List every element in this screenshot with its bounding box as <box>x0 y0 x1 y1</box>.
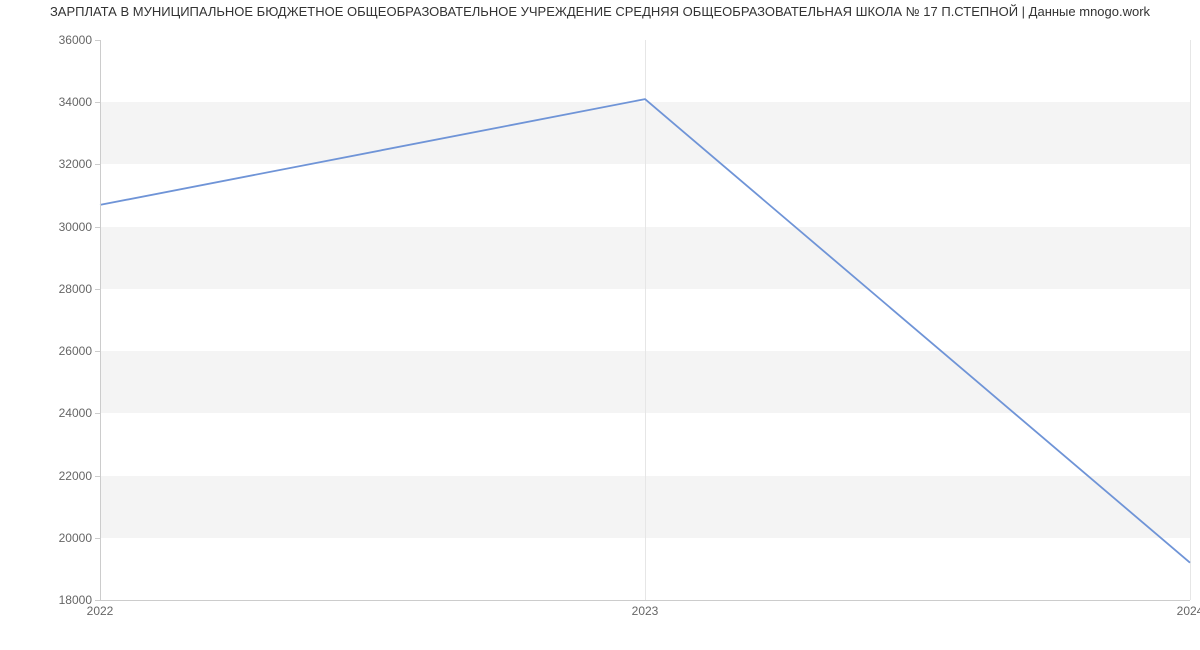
chart-container: ЗАРПЛАТА В МУНИЦИПАЛЬНОЕ БЮДЖЕТНОЕ ОБЩЕО… <box>0 0 1200 650</box>
x-gridline <box>1190 40 1191 600</box>
x-tick-label: 2024 <box>1177 604 1200 618</box>
x-tick-label: 2023 <box>632 604 659 618</box>
y-tick-label: 36000 <box>12 33 92 47</box>
x-axis-line <box>100 600 1190 601</box>
y-tick-label: 26000 <box>12 344 92 358</box>
plot-area <box>100 40 1190 600</box>
y-tick-label: 22000 <box>12 469 92 483</box>
line-series <box>100 40 1190 600</box>
y-tick-label: 20000 <box>12 531 92 545</box>
y-tick-label: 32000 <box>12 157 92 171</box>
y-tick-label: 28000 <box>12 282 92 296</box>
x-tick-label: 2022 <box>87 604 114 618</box>
y-tick-label: 30000 <box>12 220 92 234</box>
series-line <box>100 99 1190 563</box>
y-tick-label: 24000 <box>12 406 92 420</box>
y-tick-label: 34000 <box>12 95 92 109</box>
y-axis-line <box>100 40 101 600</box>
y-tick-label: 18000 <box>12 593 92 607</box>
chart-title: ЗАРПЛАТА В МУНИЦИПАЛЬНОЕ БЮДЖЕТНОЕ ОБЩЕО… <box>0 4 1200 19</box>
